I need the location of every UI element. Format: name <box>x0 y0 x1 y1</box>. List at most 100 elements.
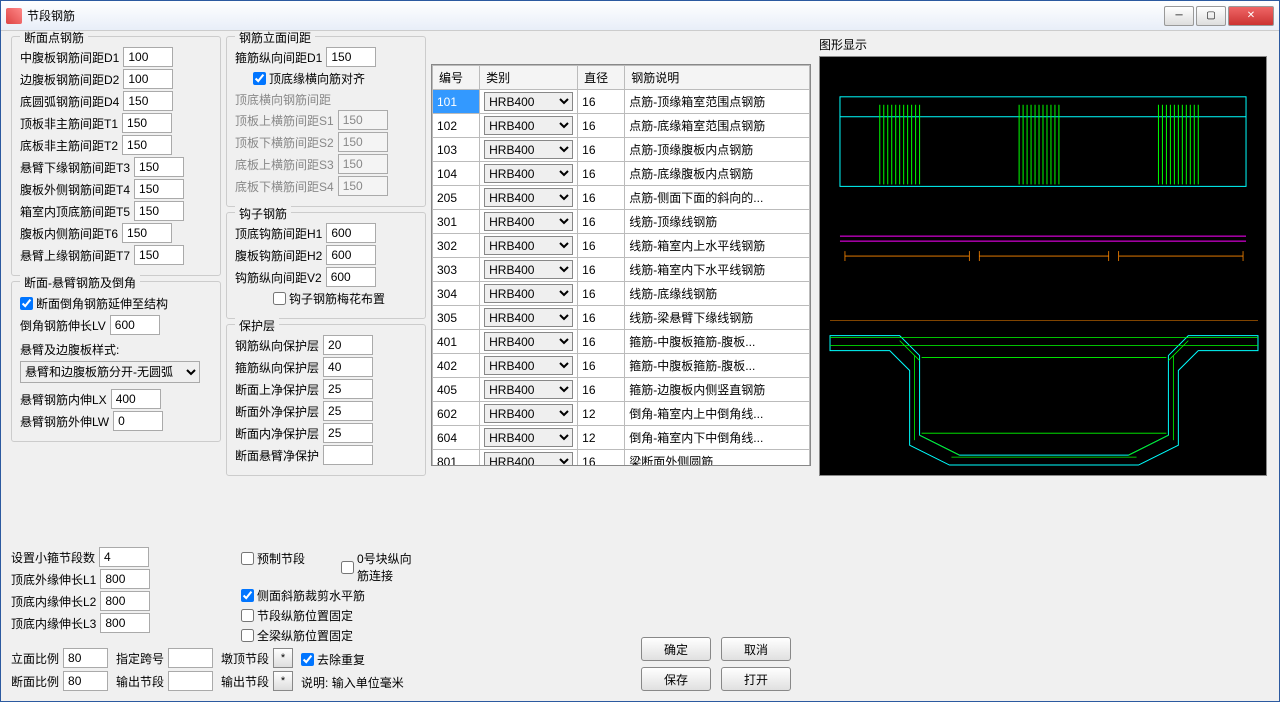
input-g4-2[interactable] <box>326 267 376 287</box>
table-row[interactable]: 104HRB40016点筋-底缘腹板内点钢筋 <box>433 162 810 186</box>
rebar-table-wrap[interactable]: 编号类别直径钢筋说明 101HRB40016点筋-顶缘箱室范围点钢筋102HRB… <box>431 64 811 466</box>
table-row[interactable]: 205HRB40016点筋-侧面下面的斜向的... <box>433 186 810 210</box>
chk-bc-2[interactable] <box>241 589 254 602</box>
table-row[interactable]: 402HRB40016箍筋-中腹板箍筋-腹板... <box>433 354 810 378</box>
chk-bc-4[interactable] <box>241 629 254 642</box>
chk-chamfer-extend[interactable] <box>20 297 33 310</box>
input-bp-3[interactable] <box>100 613 150 633</box>
save-button[interactable]: 保存 <box>641 667 711 691</box>
table-row[interactable]: 102HRB40016点筋-底缘箱室范围点钢筋 <box>433 114 810 138</box>
input-g4-0[interactable] <box>326 223 376 243</box>
group-title: 断面点钢筋 <box>20 31 88 46</box>
cad-drawing <box>820 57 1266 475</box>
input-g1-9[interactable] <box>134 245 184 265</box>
table-row[interactable]: 301HRB40016线筋-顶缘线钢筋 <box>433 210 810 234</box>
table-row[interactable]: 302HRB40016线筋-箱室内上水平线钢筋 <box>433 234 810 258</box>
chk-top-bottom-align[interactable] <box>253 72 266 85</box>
content-area: 断面点钢筋 中腹板钢筋间距D1边腹板钢筋间距D2底圆弧钢筋间距D4顶板非主筋间距… <box>1 31 1279 701</box>
select-class[interactable]: HRB400 <box>484 404 573 423</box>
app-icon <box>6 8 22 24</box>
select-class[interactable]: HRB400 <box>484 260 573 279</box>
maximize-button[interactable]: ▢ <box>1196 6 1226 26</box>
select-class[interactable]: HRB400 <box>484 236 573 255</box>
chk-bc-3[interactable] <box>241 609 254 622</box>
select-class[interactable]: HRB400 <box>484 92 573 111</box>
table-row[interactable]: 602HRB40012倒角-箱室内上中倒角线... <box>433 402 810 426</box>
table-header: 钢筋说明 <box>625 66 810 90</box>
chk-remove-dup[interactable] <box>301 653 314 666</box>
table-row[interactable]: 101HRB40016点筋-顶缘箱室范围点钢筋 <box>433 90 810 114</box>
input-g1-2[interactable] <box>123 91 173 111</box>
graph-panel[interactable] <box>819 56 1267 476</box>
select-class[interactable]: HRB400 <box>484 308 573 327</box>
table-row[interactable]: 405HRB40016箍筋-边腹板内侧竖直钢筋 <box>433 378 810 402</box>
select-class[interactable]: HRB400 <box>484 284 573 303</box>
input-g4-1[interactable] <box>326 245 376 265</box>
input-bp-0[interactable] <box>99 547 149 567</box>
minimize-button[interactable]: ─ <box>1164 6 1194 26</box>
input-g1-4[interactable] <box>122 135 172 155</box>
input-lx[interactable] <box>111 389 161 409</box>
table-row[interactable]: 305HRB40016线筋-梁悬臂下缘线钢筋 <box>433 306 810 330</box>
table-row[interactable]: 103HRB40016点筋-顶缘腹板内点钢筋 <box>433 138 810 162</box>
input-bp-2[interactable] <box>100 591 150 611</box>
open-button[interactable]: 打开 <box>721 667 791 691</box>
input-g1-5[interactable] <box>134 157 184 177</box>
select-class[interactable]: HRB400 <box>484 188 573 207</box>
select-class[interactable]: HRB400 <box>484 380 573 399</box>
group-cover: 保护层 钢筋纵向保护层箍筋纵向保护层断面上净保护层断面外净保护层断面内净保护层断… <box>226 324 426 476</box>
cancel-button[interactable]: 取消 <box>721 637 791 661</box>
input-g3s-0[interactable] <box>338 110 388 130</box>
combo-cantilever-style[interactable]: 悬臂和边腹板筋分开-无圆弧 <box>20 361 200 383</box>
chk-bc-0[interactable] <box>241 552 254 565</box>
input-g3s-3[interactable] <box>338 176 388 196</box>
input-d1-stirrup[interactable] <box>326 47 376 67</box>
input-g1-6[interactable] <box>134 179 184 199</box>
select-class[interactable]: HRB400 <box>484 116 573 135</box>
chk-hook-plum[interactable] <box>273 292 286 305</box>
group-cantilever-chamfer: 断面-悬臂钢筋及倒角 断面倒角钢筋延伸至结构 倒角钢筋伸长LV 悬臂及边腹板样式… <box>11 281 221 442</box>
input-elev-scale[interactable] <box>63 648 108 668</box>
input-g3s-2[interactable] <box>338 154 388 174</box>
input-section-scale[interactable] <box>63 671 108 691</box>
table-row[interactable]: 304HRB40016线筋-底缘线钢筋 <box>433 282 810 306</box>
input-g1-7[interactable] <box>134 201 184 221</box>
input-g1-8[interactable] <box>122 223 172 243</box>
input-g3s-1[interactable] <box>338 132 388 152</box>
table-row[interactable]: 401HRB40016箍筋-中腹板箍筋-腹板... <box>433 330 810 354</box>
graph-label: 图形显示 <box>819 36 1269 53</box>
input-g5-5[interactable] <box>323 445 373 465</box>
close-button[interactable]: ✕ <box>1228 6 1274 26</box>
style-label: 悬臂及边腹板样式: <box>20 341 212 358</box>
chk-bc-1[interactable] <box>341 561 354 574</box>
input-span-no[interactable] <box>168 648 213 668</box>
table-row[interactable]: 801HRB40016梁断面外侧圆筋 <box>433 450 810 467</box>
input-lv[interactable] <box>110 315 160 335</box>
select-class[interactable]: HRB400 <box>484 212 573 231</box>
btn-pier-top-star[interactable]: * <box>273 648 293 668</box>
input-g1-3[interactable] <box>122 113 172 133</box>
input-g5-4[interactable] <box>323 423 373 443</box>
input-out-segment[interactable] <box>168 671 213 691</box>
select-class[interactable]: HRB400 <box>484 452 573 466</box>
input-g1-1[interactable] <box>123 69 173 89</box>
ok-button[interactable]: 确定 <box>641 637 711 661</box>
input-g5-1[interactable] <box>323 357 373 377</box>
select-class[interactable]: HRB400 <box>484 332 573 351</box>
btn-out-seg-star[interactable]: * <box>273 671 293 691</box>
input-g5-2[interactable] <box>323 379 373 399</box>
input-g5-0[interactable] <box>323 335 373 355</box>
input-g1-0[interactable] <box>123 47 173 67</box>
select-class[interactable]: HRB400 <box>484 356 573 375</box>
input-g5-3[interactable] <box>323 401 373 421</box>
select-class[interactable]: HRB400 <box>484 428 573 447</box>
input-lw[interactable] <box>113 411 163 431</box>
table-row[interactable]: 604HRB40012倒角-箱室内下中倒角线... <box>433 426 810 450</box>
select-class[interactable]: HRB400 <box>484 140 573 159</box>
sub-title: 顶底横向钢筋间距 <box>235 91 417 108</box>
table-row[interactable]: 303HRB40016线筋-箱室内下水平线钢筋 <box>433 258 810 282</box>
group-title: 断面-悬臂钢筋及倒角 <box>20 274 140 291</box>
group-elevation-spacing: 钢筋立面间距 箍筋纵向间距D1 顶底缘横向筋对齐 顶底横向钢筋间距 顶板上横筋间… <box>226 36 426 207</box>
input-bp-1[interactable] <box>100 569 150 589</box>
select-class[interactable]: HRB400 <box>484 164 573 183</box>
